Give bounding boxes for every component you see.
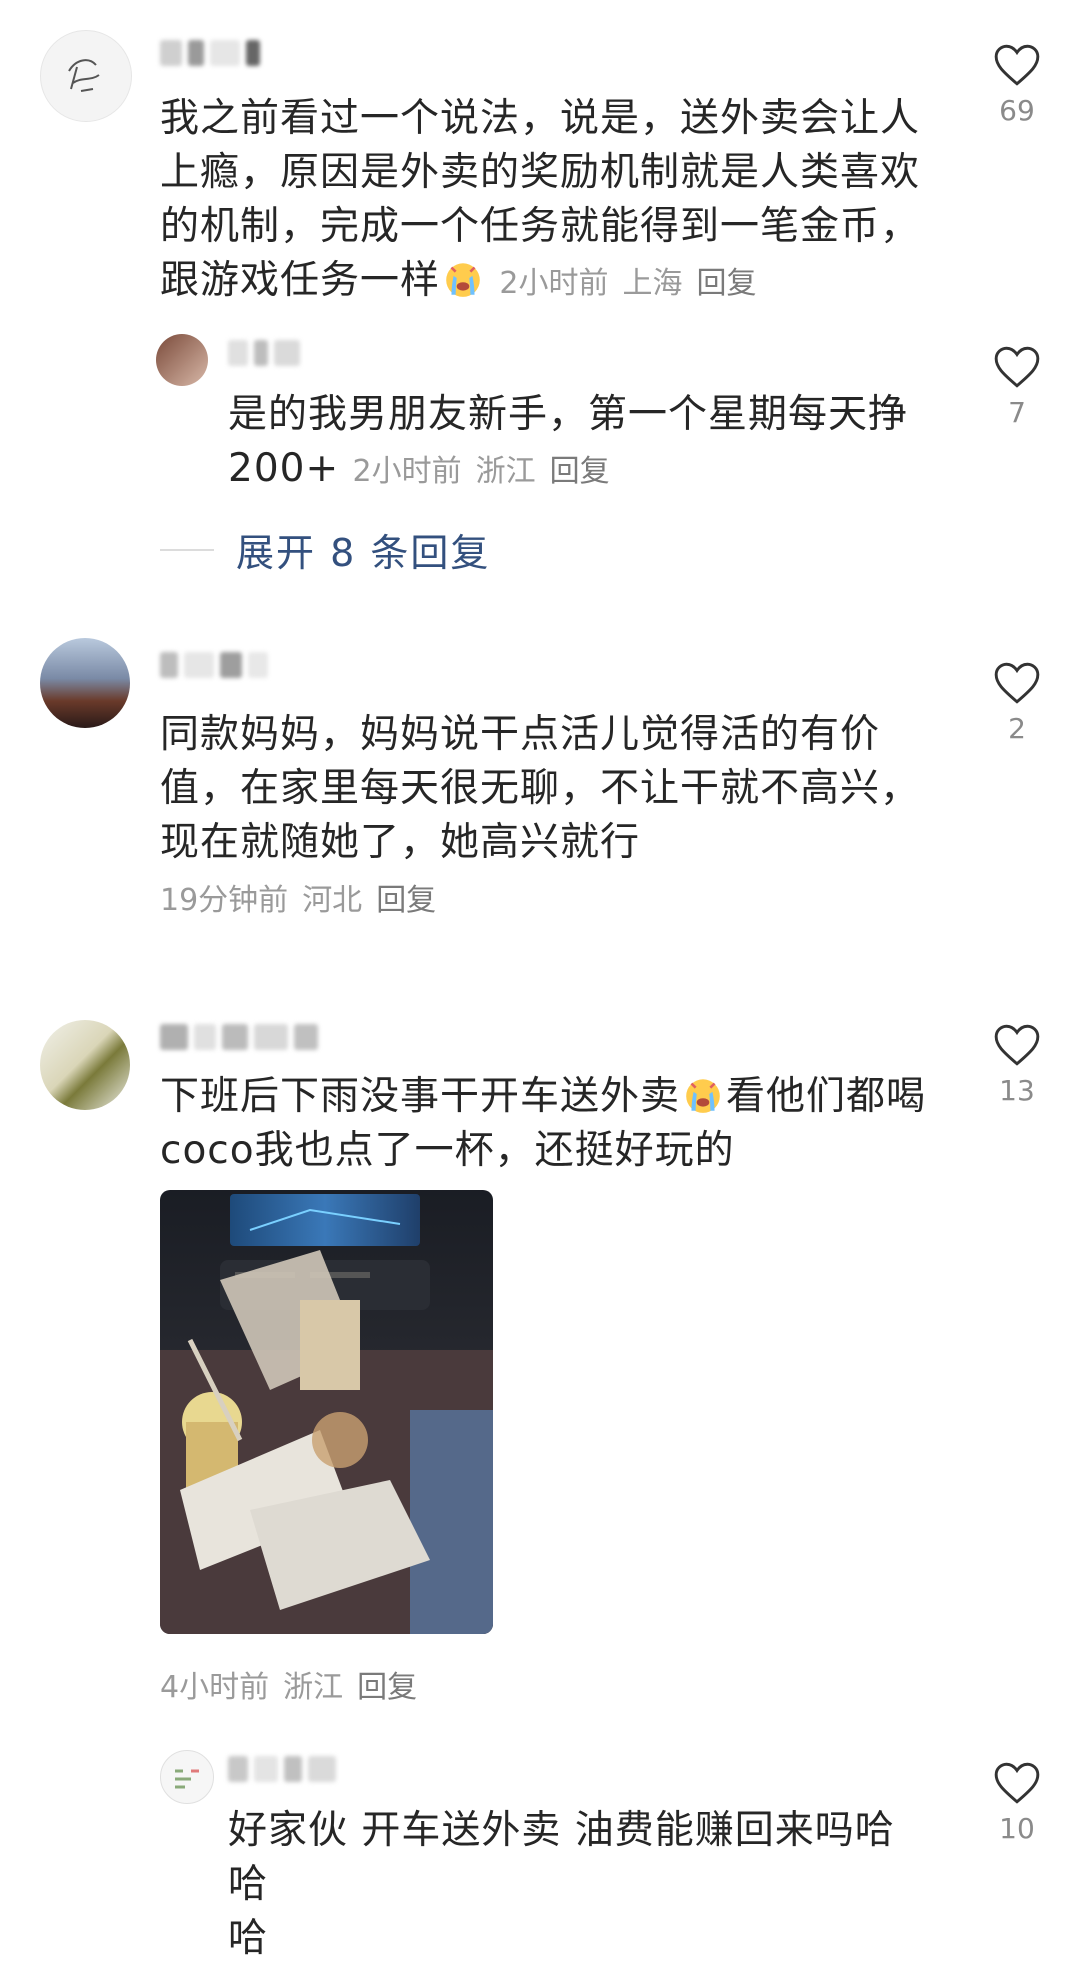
reply-button[interactable]: 回复 — [697, 266, 757, 301]
like-button[interactable]: 7 — [982, 344, 1052, 429]
comment-item: 我之前看过一个说法，说是，送外卖会让人 上瘾，原因是外卖的奖励机制就是人类喜欢 … — [0, 0, 1080, 575]
reply-text: 好家伙 开车送外卖 油费能赚回来吗哈哈 哈 — [228, 1808, 895, 1961]
like-count: 7 — [1008, 396, 1026, 429]
comment-item: 同款妈妈，妈妈说干点活儿觉得活的有价 值，在家里每天很无聊，不让干就不高兴， 现… — [0, 620, 1080, 950]
like-button[interactable]: 13 — [982, 1022, 1052, 1107]
location: 浙江 — [283, 1670, 344, 1705]
reply-button[interactable]: 回复 — [376, 883, 436, 918]
reply-avatar[interactable] — [156, 334, 208, 386]
timestamp: 2小时前 — [352, 454, 462, 489]
username-redacted[interactable] — [160, 36, 260, 70]
heart-icon — [994, 1024, 1040, 1066]
like-button[interactable]: 69 — [982, 42, 1052, 127]
heart-icon — [994, 662, 1040, 704]
like-count: 69 — [999, 94, 1035, 127]
reply-button[interactable]: 回复 — [357, 1670, 417, 1705]
timestamp: 19分钟前 — [160, 883, 289, 918]
expand-replies-label[interactable]: 展开 8 条回复 — [236, 522, 490, 577]
reply-avatar[interactable] — [160, 1750, 214, 1804]
reply-button[interactable]: 回复 — [550, 454, 610, 489]
like-count: 2 — [1008, 712, 1026, 745]
location: 上海 — [622, 266, 683, 301]
doodle-avatar-icon — [175, 1769, 199, 1789]
comment-text: 下班后下雨没事干开车送外卖 看他们都喝 coco我也点了一杯，还挺好玩的 — [160, 1074, 927, 1173]
avatar[interactable] — [40, 1020, 130, 1110]
location: 河北 — [302, 883, 363, 918]
comment-meta: 2小时前 上海 回复 — [499, 266, 770, 301]
heart-icon — [994, 346, 1040, 388]
username-redacted[interactable] — [160, 1020, 318, 1054]
sketch-avatar-icon — [68, 59, 100, 92]
avatar[interactable] — [40, 638, 130, 728]
crying-face-emoji-icon — [686, 1079, 720, 1113]
comment-meta: 4小时前 浙江 回复 — [160, 1662, 431, 1706]
expand-replies[interactable]: 展开 8 条回复 — [160, 522, 490, 577]
car-interior-image — [160, 1190, 493, 1634]
like-count: 13 — [999, 1074, 1035, 1107]
avatar[interactable] — [40, 30, 132, 122]
crying-face-emoji-icon — [446, 263, 480, 297]
like-button[interactable]: 10 — [982, 1760, 1052, 1845]
comment-meta: 19分钟前 河北 回复 — [160, 874, 940, 928]
reply-username-redacted[interactable] — [228, 1752, 336, 1786]
heart-icon — [994, 1762, 1040, 1804]
divider — [160, 548, 214, 551]
reply-username-redacted[interactable] — [228, 336, 300, 370]
comment-text: 我之前看过一个说法，说是，送外卖会让人 上瘾，原因是外卖的奖励机制就是人类喜欢 … — [160, 96, 921, 303]
username-redacted[interactable] — [160, 648, 268, 682]
reply-meta: 2小时前 浙江 回复 — [353, 454, 624, 489]
like-button[interactable]: 2 — [982, 660, 1052, 745]
reply-text: 是的我男朋友新手，第一个星期每天挣 200+ 2小时前 浙江 回复 — [228, 392, 909, 491]
like-count: 10 — [999, 1812, 1035, 1845]
location: 浙江 — [475, 454, 536, 489]
timestamp: 4小时前 — [160, 1670, 270, 1705]
heart-icon — [994, 44, 1040, 86]
car-delivery-photo[interactable] — [160, 1190, 493, 1634]
timestamp: 2小时前 — [499, 266, 609, 301]
comment-text: 同款妈妈，妈妈说干点活儿觉得活的有价 值，在家里每天很无聊，不让干就不高兴， 现… — [160, 708, 940, 928]
